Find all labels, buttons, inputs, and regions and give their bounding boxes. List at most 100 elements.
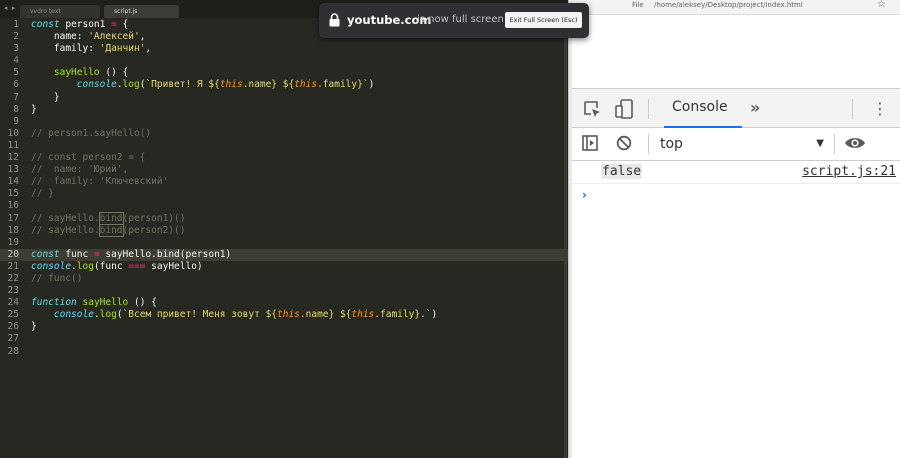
code-token: }	[31, 321, 37, 333]
code-token: () {	[99, 67, 129, 79]
code-line[interactable]: 25 console.log(`Всем привет! Меня зовут …	[0, 309, 568, 321]
code-token: function	[31, 297, 77, 309]
code-line[interactable]: 3 family: 'Данчин',	[0, 43, 568, 55]
code-text: // person1.sayHello()	[31, 128, 151, 140]
tab-console[interactable]: Console	[664, 89, 744, 128]
code-token: {	[116, 19, 129, 30]
code-line[interactable]: 15 // }	[0, 188, 568, 200]
log-source-link[interactable]: script.js:21	[802, 164, 896, 179]
log-value: false	[601, 164, 643, 179]
console-message: false script.js:21	[572, 161, 900, 184]
code-token: sayHello.	[99, 248, 157, 260]
code-line[interactable]: 11	[0, 140, 568, 152]
code-line[interactable]: 8}	[0, 104, 568, 116]
device-toolbar-icon[interactable]	[615, 99, 633, 119]
execution-context-select[interactable]: top ▼	[658, 132, 824, 156]
devtools-panel: Console » ⋮ top ▼ false script.js:21 ›	[572, 88, 900, 459]
code-token: // sayHello.	[31, 212, 100, 224]
code-token: bind	[156, 248, 180, 260]
address-bar[interactable]: File /home/aleksey/Desktop/project/index…	[572, 0, 900, 15]
console-output: false script.js:21 ›	[572, 161, 900, 459]
line-number: 15	[7, 188, 19, 200]
code-token: log	[99, 309, 117, 321]
code-line[interactable]: 18 // sayHello.bind(person2)()	[0, 223, 568, 237]
line-number: 7	[13, 91, 19, 103]
editor-tab-active[interactable]: script.js	[104, 5, 179, 18]
code-token: name:	[31, 31, 89, 43]
code-token: // func()	[31, 272, 83, 284]
console-prompt-icon[interactable]: ›	[582, 188, 587, 202]
code-line[interactable]: 14 // family: 'Ключевский'	[0, 176, 568, 188]
code-line[interactable]: 6 console.log(`Привет! Я ${this.name} ${…	[0, 79, 568, 91]
code-line[interactable]: 7 }	[0, 92, 568, 104]
line-number: 24	[7, 297, 19, 309]
line-number: 10	[7, 127, 19, 139]
kebab-menu-icon[interactable]: ⋮	[872, 99, 888, 118]
code-token: log	[122, 79, 140, 91]
code-token: `Привет! Я ${	[145, 79, 220, 91]
code-line[interactable]: 19	[0, 237, 568, 249]
tab-console-label: Console	[672, 99, 728, 115]
bookmark-star-icon[interactable]: ☆	[877, 0, 886, 10]
code-line[interactable]: 24 function sayHello () {	[0, 297, 568, 309]
toolbar-separator	[648, 134, 649, 154]
code-line[interactable]: 17 // sayHello.bind(person1)()	[0, 211, 568, 225]
line-number: 27	[7, 333, 19, 345]
line-number: 5	[13, 67, 19, 79]
code-text: console.log(`Привет! Я ${this.name} ${th…	[31, 79, 375, 91]
code-line[interactable]: 26}	[0, 321, 568, 333]
line-number: 9	[13, 115, 19, 127]
inspect-element-icon[interactable]	[583, 100, 601, 118]
live-expression-eye-icon[interactable]	[844, 136, 866, 150]
console-sidebar-icon[interactable]	[582, 135, 598, 151]
code-line[interactable]: 13 // name: 'Юрий',	[0, 164, 568, 176]
tab-nav-arrows-icon[interactable]: ◂ ▸	[4, 4, 16, 12]
code-text: // family: 'Ключевский'	[31, 176, 168, 188]
more-tabs-icon[interactable]: »	[750, 98, 760, 117]
line-number: 6	[13, 79, 19, 91]
code-line[interactable]: 4	[0, 55, 568, 67]
code-line[interactable]: 10 // person1.sayHello()	[0, 128, 568, 140]
code-token: this	[277, 309, 300, 321]
code-token: func	[59, 248, 94, 260]
code-area[interactable]: 1 const person1 = {2 name: 'Алексей', 3 fa…	[0, 19, 568, 358]
code-token: // const person2 = {	[31, 152, 146, 164]
code-token: .family}`	[317, 79, 369, 91]
clear-console-icon[interactable]	[616, 135, 632, 151]
code-line[interactable]: 16	[0, 200, 568, 212]
toolbar-separator	[648, 99, 649, 119]
code-line[interactable]: 5 sayHello () {	[0, 67, 568, 79]
line-number: 18	[7, 224, 19, 236]
devtools-tab-bar: Console » ⋮	[572, 89, 900, 128]
line-number: 4	[13, 55, 19, 67]
code-token: 'Данчин'	[99, 43, 146, 55]
url-text[interactable]: /home/aleksey/Desktop/project/index.html	[654, 1, 803, 9]
code-line[interactable]: 21 console.log(func === sayHello)	[0, 261, 568, 273]
code-text: function sayHello () {	[31, 297, 157, 309]
code-line[interactable]: 22 // func()	[0, 273, 568, 285]
code-line[interactable]: 9	[0, 116, 568, 128]
editor-scrollbar[interactable]	[564, 20, 567, 458]
code-line[interactable]: 20 const func = sayHello.bind(person1)	[0, 248, 568, 261]
line-number: 28	[7, 345, 19, 357]
line-number: 26	[7, 321, 19, 333]
code-line[interactable]: 28	[0, 346, 568, 358]
code-token: ,	[145, 43, 152, 55]
code-line[interactable]: 23	[0, 285, 568, 297]
code-token: bind	[98, 211, 124, 225]
code-text: family: 'Данчин',	[31, 43, 151, 55]
code-token: )	[368, 79, 375, 91]
line-number: 2	[13, 31, 19, 43]
line-number: 3	[13, 43, 19, 55]
code-text: // func()	[31, 273, 82, 285]
code-line[interactable]: 27	[0, 333, 568, 345]
code-line[interactable]: 12 // const person2 = {	[0, 152, 568, 164]
code-token: ===	[128, 260, 146, 272]
code-text: sayHello () {	[31, 67, 128, 79]
line-number: 25	[7, 309, 19, 321]
editor-tab[interactable]: vvdro text	[20, 5, 100, 18]
exit-fullscreen-button[interactable]: Exit Full Screen (Esc)	[505, 12, 582, 28]
line-number: 21	[7, 260, 19, 272]
code-token: this	[351, 309, 375, 321]
code-editor[interactable]: ◂ ▸ vvdro text script.js 1 const person1 …	[0, 0, 568, 458]
